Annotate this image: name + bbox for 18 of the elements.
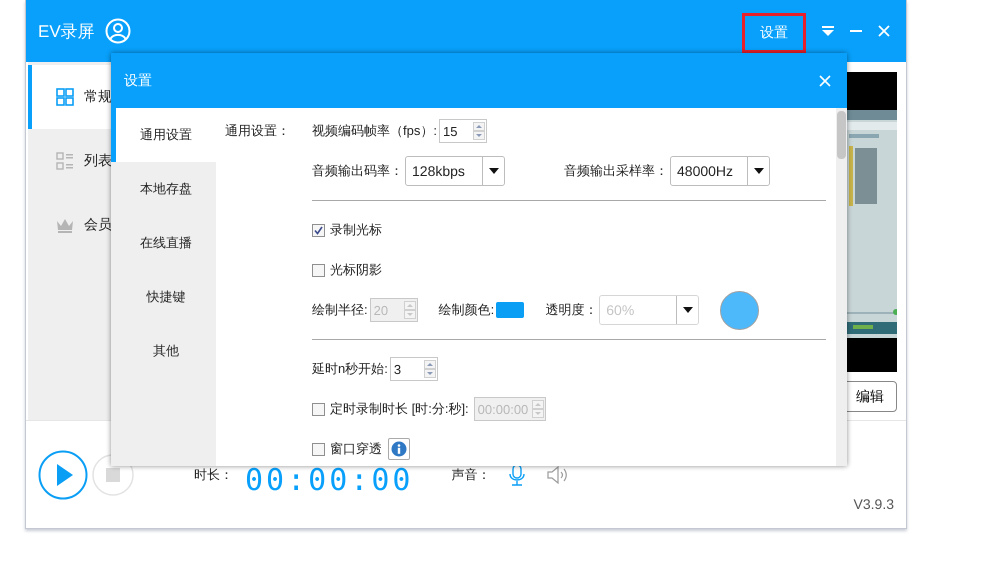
field-label: 音频输出码率： [312, 162, 403, 180]
field-label: 视频编码帧率（fps）: [312, 122, 437, 140]
field-label: 绘制半径: [312, 301, 368, 319]
duration-label: 时长： [194, 466, 233, 484]
dialog-title: 设置 [124, 72, 152, 90]
checkbox-label: 窗口穿透 [330, 440, 382, 458]
version-label: V3.9.3 [854, 496, 894, 512]
timer-display: 00:00:00 [245, 463, 414, 498]
checkbox-label: 录制光标 [330, 221, 382, 239]
field-label: 延时n秒开始: [312, 360, 388, 378]
section-label: 通用设置： [225, 122, 291, 140]
field-label: 透明度： [545, 301, 598, 319]
app-title: EV录屏 [38, 20, 95, 42]
field-label: 音频输出采样率： [564, 162, 668, 180]
sound-label: 声音： [452, 466, 490, 484]
checkbox-label: 光标阴影 [330, 261, 382, 279]
checkbox-label: 定时录制时长 [时:分:秒]: [330, 400, 469, 418]
field-label: 绘制颜色: [438, 301, 494, 319]
